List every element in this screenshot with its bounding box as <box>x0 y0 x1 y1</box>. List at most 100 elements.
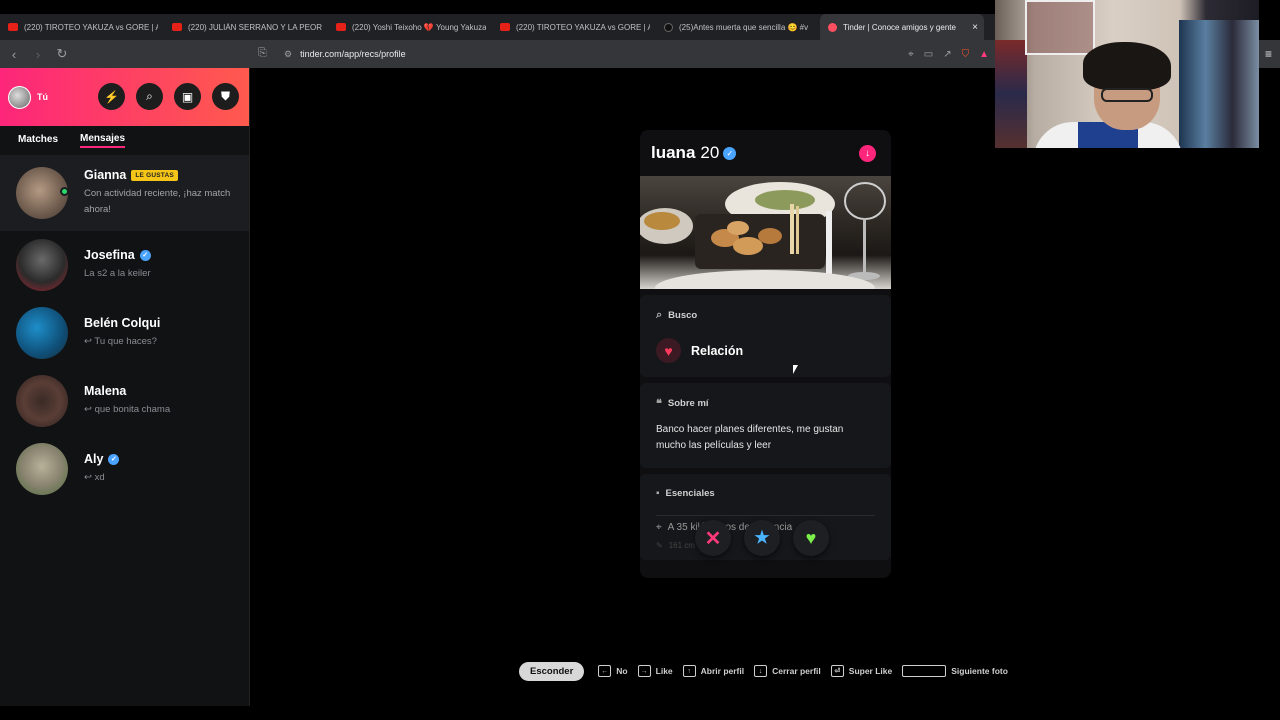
super-like-button[interactable]: ★ <box>744 520 780 556</box>
reload-icon[interactable]: ↻ <box>52 46 72 62</box>
tab-matches[interactable]: Matches <box>18 134 58 147</box>
youtube-icon <box>500 23 510 31</box>
profile-card: luana 20 ✓ ↓ ⌕ Busco ♥ Relación ❝ Sobre … <box>640 130 891 578</box>
conversation-item[interactable]: Aly ✓ ↩ xd <box>0 435 249 503</box>
close-profile-button[interactable]: ↓ <box>859 145 876 162</box>
webcam-shirt <box>1033 122 1183 148</box>
webcam-shelf <box>1025 0 1095 55</box>
sidebar-header: Tú ⚡ ⌕ ▣ ⛊ <box>0 68 249 126</box>
browser-tab[interactable]: (220) TIROTEO YAKUZA vs GORE | AR <box>492 14 656 40</box>
match-name: Belén Colqui <box>84 316 161 330</box>
match-name: Josefina <box>84 248 135 262</box>
avatar <box>16 443 68 495</box>
screen: { "browser": { "tabs": [ {"title": "(220… <box>0 0 1280 720</box>
forward-icon[interactable]: › <box>28 47 48 62</box>
menu-icon[interactable]: ≡ <box>1265 47 1272 61</box>
brave-shield-icon[interactable]: ⛉ <box>962 49 970 60</box>
section-title: Sobre mí <box>667 398 709 409</box>
right-arrow-key-icon: → <box>637 665 651 677</box>
briefcase-icon[interactable]: ▣ <box>174 83 201 110</box>
browser-tab[interactable]: (25)Antes muerta que sencilla 😊 #v <box>656 14 820 40</box>
conversation-item[interactable]: Belén Colqui ↩ Tu que haces? <box>0 299 249 367</box>
close-icon: ✕ <box>704 527 722 550</box>
cast-icon[interactable]: ▭ <box>924 49 933 60</box>
webcam-person <box>1033 42 1183 148</box>
likes-you-badge: LE GUSTAS <box>131 169 178 181</box>
star-icon: ★ <box>754 528 770 547</box>
message-preview: La s2 a la keiler <box>84 268 151 279</box>
up-arrow-key-icon: ↑ <box>682 665 696 677</box>
browser-tab-active[interactable]: Tinder | Conoce amigos y gente × <box>820 14 984 40</box>
address-bar-icons: ⌖ ▭ ↗ ⛉ ▲ <box>908 40 989 68</box>
profile-age: 20 <box>700 143 720 162</box>
about-text: Banco hacer planes diferentes, me gustan… <box>656 424 844 451</box>
webcam-poster <box>995 40 1027 148</box>
header-icons: ⚡ ⌕ ▣ ⛊ <box>98 83 239 110</box>
browser-tabbar: (220) TIROTEO YAKUZA vs GORE | AR (220) … <box>0 14 995 40</box>
enter-key-icon: ⏎ <box>830 665 844 677</box>
bookmark-icon[interactable]: ⎘ <box>258 47 267 60</box>
ruler-icon: ✎ <box>656 541 663 550</box>
my-profile-label[interactable]: Tú <box>37 92 48 102</box>
conversation-item[interactable]: Josefina ✓ La s2 a la keiler <box>0 231 249 299</box>
verified-icon: ✓ <box>108 453 120 465</box>
boost-icon[interactable]: ⚡ <box>98 83 125 110</box>
profile-header: luana 20 ✓ ↓ <box>640 130 891 176</box>
webcam-clothes <box>1179 20 1259 148</box>
match-name: Aly <box>84 452 104 466</box>
browser-tab[interactable]: (220) Yoshi Teixoho 💔 Young Yakuza <box>328 14 492 40</box>
browser-tab[interactable]: (220) TIROTEO YAKUZA vs GORE | AR <box>0 14 164 40</box>
back-icon[interactable]: ‹ <box>4 47 24 62</box>
location-pin-icon: ⌖ <box>656 522 662 533</box>
shield-icon[interactable]: ⛊ <box>212 83 239 110</box>
webcam-overlay <box>995 0 1259 148</box>
browser-tab[interactable]: (220) JULIÁN SERRANO Y LA PEOR D <box>164 14 328 40</box>
share-icon[interactable]: ↗ <box>943 49 951 60</box>
explore-icon[interactable]: ⌕ <box>136 83 163 110</box>
about-section: ❝ Sobre mí Banco hacer planes diferentes,… <box>640 383 891 468</box>
hint-super-like: ⏎ Super Like <box>830 665 892 677</box>
message-preview: ↩ Tu que haces? <box>84 336 157 347</box>
profile-photo[interactable] <box>640 176 891 289</box>
hide-hints-button[interactable]: Esconder <box>519 661 585 681</box>
hint-nope: ← No <box>598 665 628 677</box>
sidebar-tabs: Matches Mensajes <box>0 126 249 154</box>
search-icon: ⌕ <box>656 309 663 321</box>
section-title: Esenciales <box>665 488 715 499</box>
message-preview: Con actividad reciente, ¡haz match ahora… <box>84 188 231 215</box>
message-preview: ↩ que bonita chama <box>84 404 171 415</box>
address-bar: ‹ › ↻ ⎘ ⚙ tinder.com/app/recs/profile ⌖ … <box>0 40 995 68</box>
heart-icon: ♥ <box>656 338 681 363</box>
my-avatar[interactable] <box>8 85 31 109</box>
conversation-item[interactable]: Gianna LE GUSTAS Con actividad reciente, … <box>0 155 249 231</box>
divider <box>656 515 875 516</box>
hint-next-photo: Siguiente foto <box>902 665 1008 677</box>
looking-for-value: Relación <box>691 343 744 358</box>
nope-button[interactable]: ✕ <box>695 520 731 556</box>
location-icon[interactable]: ⌖ <box>908 49 914 60</box>
url-field[interactable]: ⚙ tinder.com/app/recs/profile <box>284 40 406 68</box>
webcam-hair <box>1083 42 1171 90</box>
verified-icon: ✓ <box>723 146 737 160</box>
food-photo-image <box>640 182 886 289</box>
conversation-item[interactable]: Malena ↩ que bonita chama <box>0 367 249 435</box>
match-name: Malena <box>84 384 127 398</box>
like-button[interactable]: ♥ <box>793 520 829 556</box>
close-tab-icon[interactable]: × <box>972 22 978 33</box>
quote-icon: ❝ <box>656 398 662 410</box>
avatar <box>16 375 68 427</box>
tab-messages[interactable]: Mensajes <box>80 133 126 148</box>
heart-icon: ♥ <box>805 527 817 548</box>
left-arrow-key-icon: ← <box>598 665 612 677</box>
message-preview: ↩ xd <box>84 472 105 483</box>
space-key-icon <box>902 665 947 677</box>
rewards-icon[interactable]: ▲ <box>979 49 989 60</box>
hint-close-profile: ↓ Cerrar perfil <box>754 665 821 677</box>
mouse-cursor <box>793 365 798 374</box>
youtube-icon <box>8 23 18 31</box>
hint-like: → Like <box>637 665 673 677</box>
section-title: Busco <box>668 310 698 321</box>
site-info-icon[interactable]: ⚙ <box>284 49 292 60</box>
keyboard-hints: Esconder ← No → Like ↑ Abrir perfil ↓ Cerrar… <box>519 661 1018 681</box>
youtube-icon <box>336 23 346 31</box>
